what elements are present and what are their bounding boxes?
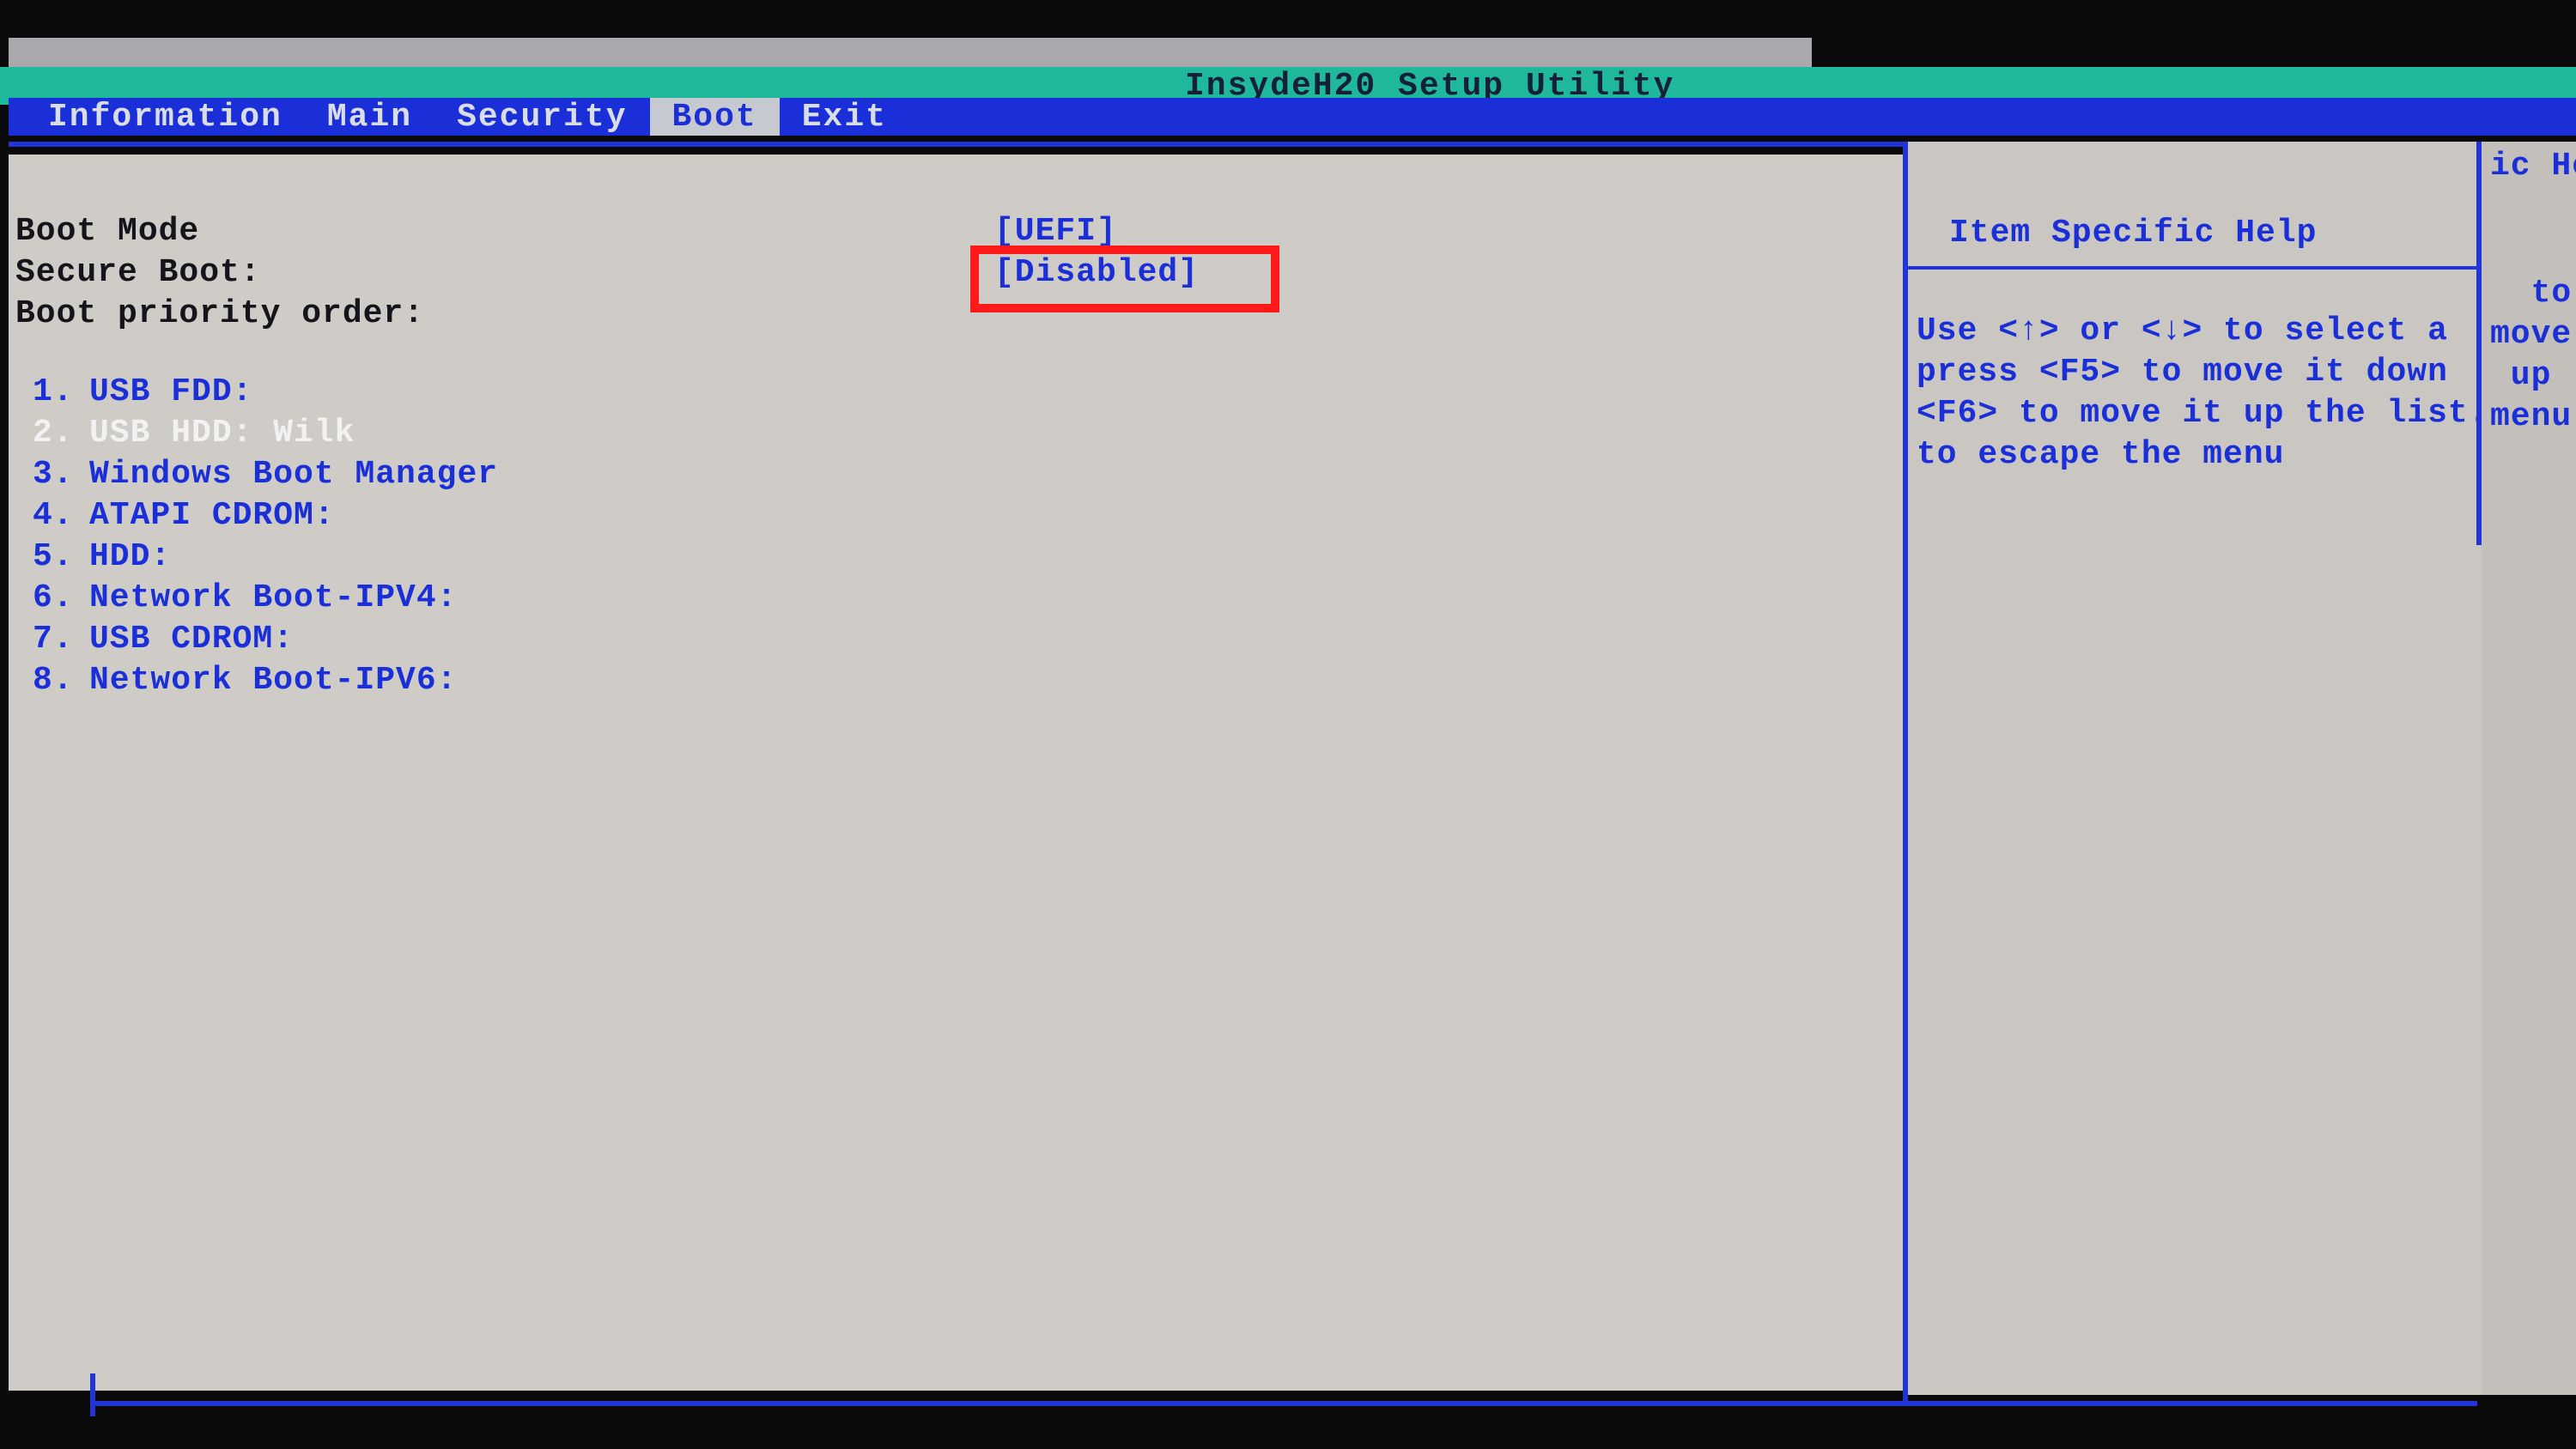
boot-item-3[interactable]: 3. Windows Boot Manager — [33, 453, 498, 494]
help-title: Item Specific Help — [1949, 215, 2317, 252]
secure-boot-label: Secure Boot: — [15, 254, 994, 291]
boot-priority-label: Boot priority order: — [15, 295, 994, 332]
boot-item-6[interactable]: 6. Network Boot-IPV4: — [33, 577, 498, 618]
tab-information[interactable]: Information — [26, 98, 305, 136]
boot-item-num: 4. — [33, 497, 89, 534]
boot-item-num: 3. — [33, 456, 89, 493]
panel-border — [90, 1401, 2477, 1406]
annotation-highlight-box — [970, 246, 1279, 312]
boot-item-text: Network Boot-IPV4: — [89, 579, 457, 616]
boot-mode-label: Boot Mode — [15, 213, 994, 250]
tab-label: Security — [457, 99, 627, 136]
help-divider — [1908, 266, 2561, 270]
boot-item-num: 2. — [33, 415, 89, 452]
boot-item-5[interactable]: 5. HDD: — [33, 536, 498, 577]
tab-label: Exit — [802, 99, 887, 136]
tab-label: Information — [48, 99, 283, 136]
boot-item-8[interactable]: 8. Network Boot-IPV6: — [33, 659, 498, 700]
boot-item-num: 6. — [33, 579, 89, 616]
boot-item-num: 5. — [33, 538, 89, 575]
ghost-text: move — [2490, 314, 2572, 355]
panel-border — [90, 1373, 95, 1416]
ghost-border — [2476, 142, 2482, 545]
boot-item-text: USB FDD: — [89, 373, 252, 410]
boot-item-7[interactable]: 7. USB CDROM: — [33, 618, 498, 659]
ghost-text: ic He — [2490, 146, 2576, 187]
boot-order-list: 1. USB FDD: 2. USB HDD: Wilk 3. Windows … — [33, 371, 498, 700]
main-panel — [9, 155, 1906, 1391]
top-strip — [9, 38, 1812, 67]
boot-item-text: ATAPI CDROM: — [89, 497, 335, 534]
boot-mode-value: [UEFI] — [994, 213, 1117, 250]
help-body: Use <↑> or <↓> to select a press <F5> to… — [1917, 311, 2483, 476]
boot-item-text: Windows Boot Manager — [89, 456, 498, 493]
tab-main[interactable]: Main — [305, 98, 434, 136]
boot-item-num: 7. — [33, 621, 89, 658]
ghost-text: to s — [2490, 273, 2576, 314]
row-boot-mode[interactable]: Boot Mode [UEFI] — [15, 213, 1117, 250]
boot-item-text: Network Boot-IPV6: — [89, 662, 457, 699]
boot-item-num: 1. — [33, 373, 89, 410]
row-boot-priority: Boot priority order: — [15, 295, 994, 332]
boot-item-2[interactable]: 2. USB HDD: Wilk — [33, 412, 498, 453]
tab-boot[interactable]: Boot — [650, 98, 780, 136]
boot-item-4[interactable]: 4. ATAPI CDROM: — [33, 494, 498, 536]
tab-security[interactable]: Security — [434, 98, 649, 136]
boot-item-text: USB HDD: Wilk — [89, 415, 355, 452]
menu-bar: Information Main Security Boot Exit — [9, 98, 2576, 136]
tab-label: Main — [327, 99, 412, 136]
boot-item-text: USB CDROM: — [89, 621, 294, 658]
tab-exit[interactable]: Exit — [780, 98, 909, 136]
bios-screen: InsydeH20 Setup Utility Information Main… — [0, 0, 2576, 1449]
tab-label: Boot — [672, 99, 757, 136]
ghost-text: up — [2490, 355, 2551, 397]
boot-item-text: HDD: — [89, 538, 171, 575]
boot-item-num: 8. — [33, 662, 89, 699]
ghost-text: menu — [2490, 397, 2572, 438]
boot-item-1[interactable]: 1. USB FDD: — [33, 371, 498, 412]
